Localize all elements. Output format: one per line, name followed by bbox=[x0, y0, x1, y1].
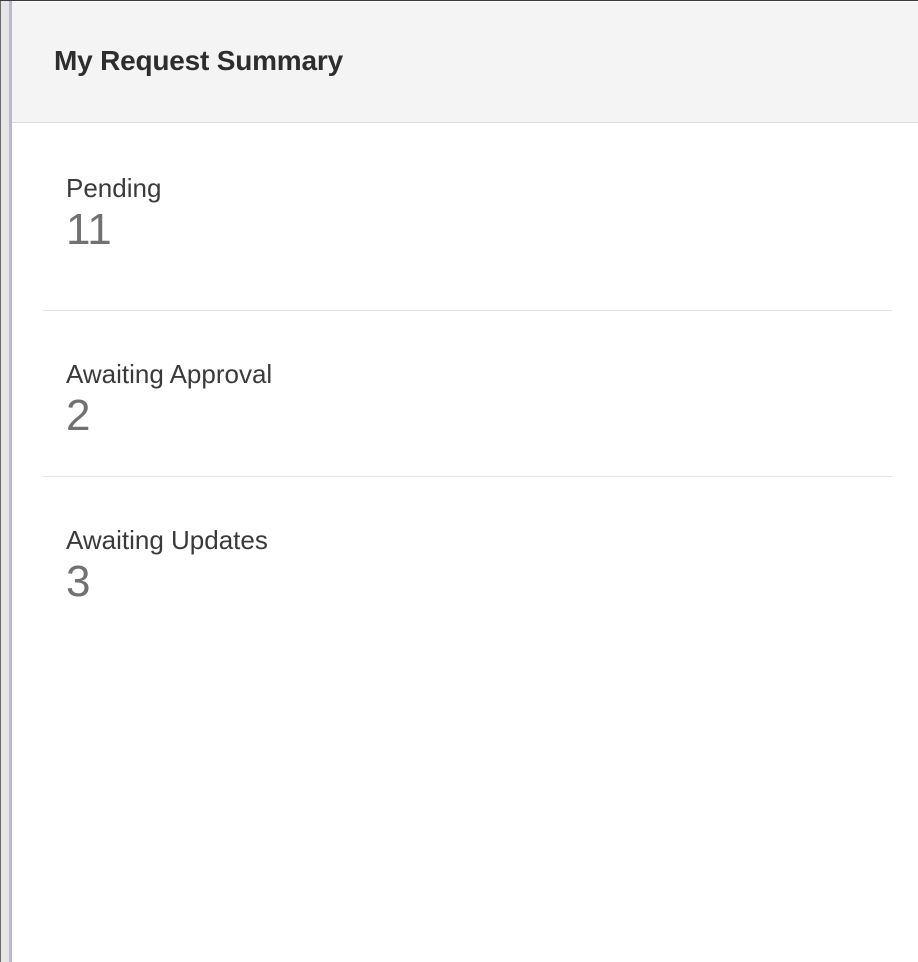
summary-label: Awaiting Updates bbox=[66, 525, 268, 555]
summary-item-awaiting-updates[interactable]: Awaiting Updates 3 bbox=[43, 477, 892, 643]
summary-list: Pending 11 Awaiting Approval 2 Awaiting … bbox=[12, 123, 918, 643]
summary-label: Pending bbox=[66, 173, 162, 203]
panel-title: My Request Summary bbox=[54, 45, 343, 76]
summary-item-awaiting-approval[interactable]: Awaiting Approval 2 bbox=[43, 311, 892, 477]
summary-count: 2 bbox=[66, 391, 91, 440]
panel-header: My Request Summary bbox=[12, 2, 918, 123]
summary-label: Awaiting Approval bbox=[66, 359, 273, 389]
left-rail bbox=[0, 1, 9, 962]
summary-count: 11 bbox=[66, 205, 112, 254]
summary-item-pending[interactable]: Pending 11 bbox=[43, 123, 892, 311]
summary-count: 3 bbox=[66, 557, 91, 606]
request-summary-panel: My Request Summary Pending 11 Awaiting A… bbox=[12, 2, 918, 962]
app-frame: My Request Summary Pending 11 Awaiting A… bbox=[0, 0, 918, 962]
